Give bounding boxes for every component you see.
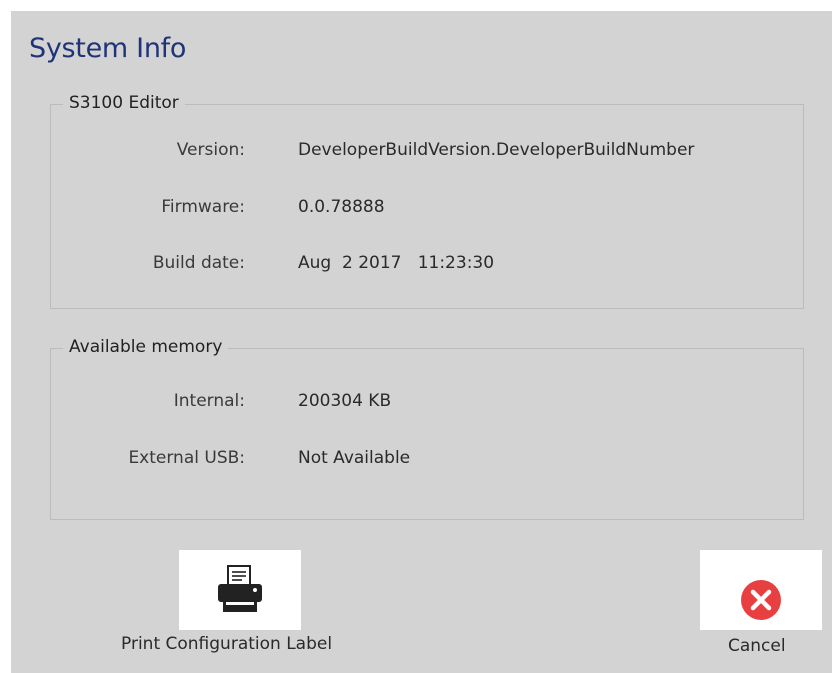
firmware-label: Firmware: bbox=[161, 197, 245, 217]
version-value: DeveloperBuildVersion.DeveloperBuildNumb… bbox=[298, 140, 695, 160]
build-date-value: Aug 2 2017 11:23:30 bbox=[298, 253, 495, 273]
close-circle-icon bbox=[741, 580, 781, 620]
editor-info-group: S3100 Editor Version: DeveloperBuildVers… bbox=[50, 93, 804, 309]
external-usb-value: Not Available bbox=[298, 448, 411, 468]
build-date-label: Build date: bbox=[152, 253, 245, 273]
cancel-button[interactable] bbox=[700, 550, 822, 630]
dialog-title: System Info bbox=[29, 33, 187, 64]
print-configuration-label-button[interactable] bbox=[179, 550, 301, 630]
internal-memory-value: 200304 KB bbox=[298, 391, 392, 411]
printer-icon bbox=[218, 565, 262, 612]
memory-group-legend: Available memory bbox=[63, 337, 229, 357]
cancel-caption[interactable]: Cancel bbox=[728, 636, 786, 656]
memory-info-group: Available memory Internal: 200304 KB Ext… bbox=[50, 337, 804, 520]
internal-memory-label: Internal: bbox=[173, 391, 245, 411]
print-configuration-label-caption[interactable]: Print Configuration Label bbox=[121, 634, 332, 654]
external-usb-label: External USB: bbox=[128, 448, 245, 468]
firmware-value: 0.0.78888 bbox=[298, 197, 385, 217]
version-label: Version: bbox=[176, 140, 245, 160]
system-info-dialog: System Info S3100 Editor Version: Develo… bbox=[11, 11, 832, 673]
editor-group-legend: S3100 Editor bbox=[63, 93, 185, 113]
